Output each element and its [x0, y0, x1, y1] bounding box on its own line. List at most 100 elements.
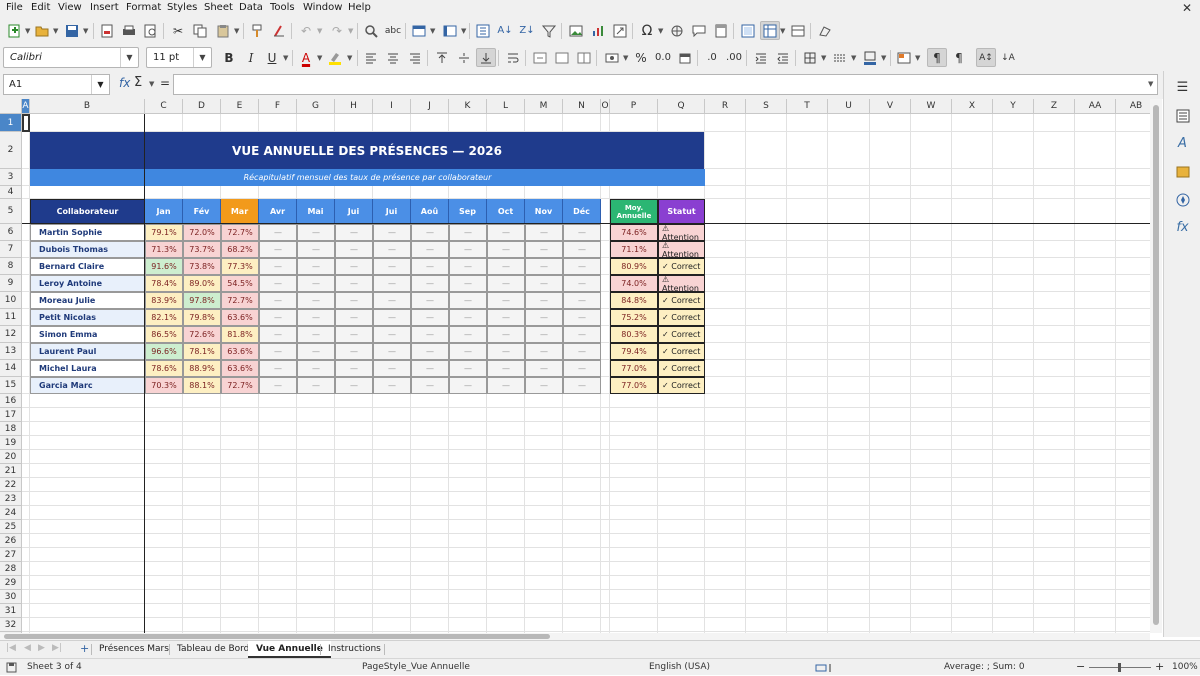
- delete-decimal-icon[interactable]: .00: [724, 48, 744, 67]
- properties-icon[interactable]: [1174, 107, 1191, 124]
- date-format-icon[interactable]: [675, 48, 695, 67]
- menu-format[interactable]: Format: [126, 2, 161, 13]
- unmerge-cells-icon[interactable]: [574, 48, 594, 67]
- insert-chart-icon[interactable]: [588, 21, 608, 40]
- underline-icon[interactable]: U: [262, 48, 282, 67]
- borders-icon[interactable]: [800, 48, 820, 67]
- decrease-indent-icon[interactable]: [773, 48, 793, 67]
- functions-icon[interactable]: fx: [1174, 219, 1191, 236]
- name-box[interactable]: A1 ▼: [3, 74, 110, 95]
- paste-icon[interactable]: [213, 21, 233, 40]
- sort-ascending-icon[interactable]: A↓: [495, 21, 515, 40]
- zoom-level[interactable]: 100%: [1172, 662, 1198, 672]
- align-right-icon[interactable]: [405, 48, 425, 67]
- number-format-icon[interactable]: 0.0: [653, 48, 673, 67]
- horizontal-scrollbar[interactable]: [0, 633, 1150, 640]
- text-horizontal-icon[interactable]: A↕: [976, 48, 996, 67]
- define-print-area-icon[interactable]: [738, 21, 758, 40]
- freeze-rows-columns-icon[interactable]: [760, 21, 780, 40]
- export-pdf-icon[interactable]: [97, 21, 117, 40]
- tab-tableau-de-bord[interactable]: Tableau de Bord: [169, 641, 257, 658]
- zoom-in-icon[interactable]: +: [1155, 660, 1164, 673]
- zoom-out-icon[interactable]: −: [1076, 660, 1085, 673]
- wrap-text-icon[interactable]: [503, 48, 523, 67]
- font-size-combo[interactable]: 11 pt ▼: [146, 47, 212, 68]
- menu-file[interactable]: File: [6, 2, 23, 13]
- row-icon[interactable]: [409, 21, 429, 40]
- split-window-icon[interactable]: [788, 21, 808, 40]
- gallery-icon[interactable]: [1174, 163, 1191, 180]
- print-preview-icon[interactable]: [141, 21, 161, 40]
- undo-icon[interactable]: ↶: [296, 21, 316, 40]
- italic-icon[interactable]: I: [241, 48, 261, 67]
- merge-center-icon[interactable]: [530, 48, 550, 67]
- chevron-down-icon[interactable]: ▼: [91, 75, 109, 94]
- hyperlink-icon[interactable]: [667, 21, 687, 40]
- show-draw-functions-icon[interactable]: [815, 21, 835, 40]
- last-sheet-icon[interactable]: ▶|: [52, 643, 62, 653]
- close-window-icon[interactable]: ✕: [1182, 1, 1192, 15]
- highlight-color-icon[interactable]: [325, 48, 345, 67]
- redo-icon[interactable]: ↷: [327, 21, 347, 40]
- column-icon[interactable]: [440, 21, 460, 40]
- menu-icon[interactable]: ☰: [1174, 79, 1191, 96]
- menu-edit[interactable]: Edit: [31, 2, 50, 13]
- center-vertically-icon[interactable]: [454, 48, 474, 67]
- headers-footers-icon[interactable]: [711, 21, 731, 40]
- align-top-icon[interactable]: [432, 48, 452, 67]
- spelling-icon[interactable]: abc: [383, 21, 403, 40]
- expand-formula-icon[interactable]: ▼: [1148, 80, 1153, 88]
- menu-data[interactable]: Data: [239, 2, 263, 13]
- formula-equals-icon[interactable]: =: [160, 76, 170, 90]
- tab-presences-mars[interactable]: Présences Mars: [91, 641, 177, 658]
- vertical-scrollbar[interactable]: [1150, 99, 1162, 633]
- font-name-combo[interactable]: Calibri ▼: [3, 47, 139, 68]
- zoom-slider-thumb[interactable]: [1118, 663, 1121, 672]
- align-center-icon[interactable]: [383, 48, 403, 67]
- chevron-down-icon[interactable]: ▼: [149, 80, 154, 88]
- document-modified-icon[interactable]: [6, 662, 17, 676]
- first-sheet-icon[interactable]: |◀: [6, 643, 16, 653]
- bold-icon[interactable]: B: [219, 48, 239, 67]
- currency-format-icon[interactable]: [602, 48, 622, 67]
- navigator-icon[interactable]: [1174, 191, 1191, 208]
- clone-formatting-icon[interactable]: [247, 21, 267, 40]
- vertical-scroll-thumb[interactable]: [1153, 105, 1159, 625]
- conditional-format-icon[interactable]: [894, 48, 914, 67]
- next-sheet-icon[interactable]: ▶: [38, 643, 45, 653]
- menu-help[interactable]: Help: [348, 2, 371, 13]
- menu-sheet[interactable]: Sheet: [204, 2, 233, 13]
- spreadsheet-grid[interactable]: A B C D E F G H I J K L M N O P Q R S T U V W X Y Z AA AB 123456789…: [0, 99, 1162, 633]
- autofilter-icon[interactable]: [539, 21, 559, 40]
- menu-styles[interactable]: Styles: [167, 2, 197, 13]
- add-sheet-icon[interactable]: +: [80, 642, 89, 655]
- border-style-icon[interactable]: [830, 48, 850, 67]
- chevron-down-icon[interactable]: ▼: [193, 48, 211, 67]
- selection-mode-icon[interactable]: [815, 663, 835, 676]
- special-character-icon[interactable]: Ω: [637, 21, 657, 40]
- selected-cell-a1[interactable]: [22, 114, 30, 132]
- new-document-icon[interactable]: [4, 21, 24, 40]
- insert-image-icon[interactable]: [566, 21, 586, 40]
- cut-icon[interactable]: ✂: [168, 21, 188, 40]
- text-vertical-icon[interactable]: ↓A: [998, 48, 1018, 67]
- open-folder-icon[interactable]: [32, 21, 52, 40]
- function-wizard-icon[interactable]: fx: [119, 76, 130, 90]
- language[interactable]: English (USA): [649, 662, 710, 672]
- styles-icon[interactable]: A: [1174, 135, 1191, 152]
- menu-tools[interactable]: Tools: [270, 2, 295, 13]
- left-to-right-icon[interactable]: ¶: [927, 48, 947, 67]
- align-bottom-icon[interactable]: [476, 48, 496, 67]
- menu-insert[interactable]: Insert: [90, 2, 119, 13]
- print-icon[interactable]: [119, 21, 139, 40]
- menu-window[interactable]: Window: [303, 2, 342, 13]
- horizontal-scroll-thumb[interactable]: [4, 634, 550, 639]
- sum-icon[interactable]: Σ: [134, 75, 142, 90]
- formula-input[interactable]: [173, 74, 1158, 95]
- pivot-table-icon[interactable]: [610, 21, 630, 40]
- clear-formatting-icon[interactable]: [269, 21, 289, 40]
- menu-view[interactable]: View: [58, 2, 82, 13]
- find-replace-icon[interactable]: [361, 21, 381, 40]
- save-icon[interactable]: [62, 21, 82, 40]
- percent-format-icon[interactable]: %: [631, 48, 651, 67]
